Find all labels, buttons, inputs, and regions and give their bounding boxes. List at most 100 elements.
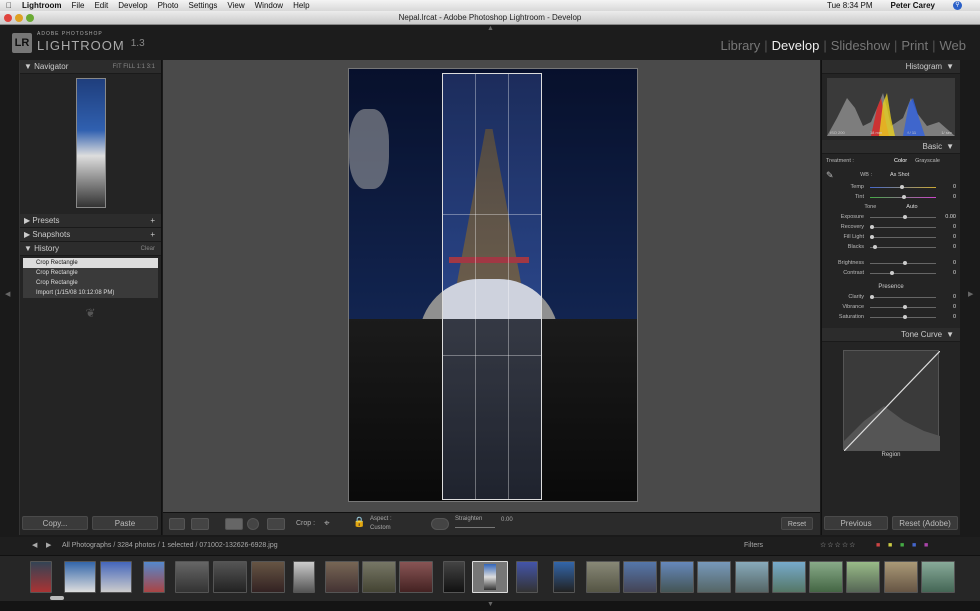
snapshots-header[interactable]: ▶ Snapshots + (20, 228, 161, 242)
app-menu[interactable]: Lightroom (22, 1, 62, 10)
brightness-slider[interactable] (870, 260, 936, 265)
filmstrip-thumb[interactable] (553, 561, 575, 593)
module-slideshow[interactable]: Slideshow (831, 38, 890, 53)
treatment-color[interactable]: Color (894, 158, 907, 164)
clarity-slider[interactable] (870, 294, 936, 299)
filmstrip-thumb[interactable] (213, 561, 247, 593)
tonecurve-header[interactable]: Tone Curve ▼ (822, 328, 960, 342)
menu-file[interactable]: File (72, 1, 85, 10)
menu-help[interactable]: Help (293, 1, 309, 10)
navigator-preview[interactable] (75, 78, 106, 208)
photo-preview[interactable] (348, 68, 638, 502)
histogram-graph[interactable]: ISO 200 18 mm f / 11 1/ sec (827, 78, 955, 136)
tint-slider[interactable] (870, 194, 936, 199)
contrast-value[interactable]: 0 (942, 270, 956, 276)
color-label-filter-icon[interactable]: ■ (912, 537, 916, 555)
history-header[interactable]: ▼ History Clear (20, 242, 161, 256)
menu-window[interactable]: Window (255, 1, 283, 10)
contrast-slider[interactable] (870, 270, 936, 275)
zoom-icon[interactable] (26, 14, 34, 22)
straighten-value[interactable]: 0.00 (501, 517, 513, 523)
history-item[interactable]: Crop Rectangle (23, 258, 158, 268)
minimize-icon[interactable] (15, 14, 23, 22)
user-name[interactable]: Peter Carey (891, 1, 935, 10)
eyedropper-icon[interactable]: ✎ (826, 170, 842, 181)
close-icon[interactable] (4, 14, 12, 22)
filmstrip-thumb[interactable] (846, 561, 880, 593)
presets-header[interactable]: ▶ Presets + (20, 214, 161, 228)
filllight-slider[interactable] (870, 234, 936, 239)
redeye-button[interactable] (267, 518, 285, 530)
color-label-filter-icon[interactable]: ■ (888, 537, 892, 555)
nav-back-icon[interactable]: ◀ (32, 537, 37, 555)
menu-settings[interactable]: Settings (189, 1, 218, 10)
spotlight-icon[interactable]: ⚲ (953, 1, 962, 10)
treatment-grayscale[interactable]: Grayscale (915, 158, 940, 164)
history-item[interactable]: Import (1/15/08 10:12:08 PM) (23, 288, 158, 298)
add-preset-icon[interactable]: + (150, 214, 155, 227)
clear-history-button[interactable]: Clear (141, 242, 155, 255)
blacks-value[interactable]: 0 (942, 244, 956, 250)
spot-removal-button[interactable] (247, 518, 259, 530)
add-snapshot-icon[interactable]: + (150, 228, 155, 241)
bottom-panel-toggle-icon[interactable]: ▼ (487, 601, 494, 608)
module-print[interactable]: Print (901, 38, 928, 53)
filmstrip-thumb[interactable] (293, 561, 315, 593)
left-panel-toggle-icon[interactable]: ◀ (5, 290, 10, 298)
auto-tone-button[interactable]: Auto (906, 204, 917, 210)
filllight-value[interactable]: 0 (942, 234, 956, 240)
color-label-filter-icon[interactable]: ■ (900, 537, 904, 555)
exposure-value[interactable]: 0.00 (942, 214, 956, 220)
brightness-value[interactable]: 0 (942, 260, 956, 266)
histogram-header[interactable]: Histogram ▼ (822, 60, 960, 74)
top-panel-toggle-icon[interactable]: ▲ (487, 25, 494, 32)
filmstrip-scrollbar[interactable] (50, 596, 64, 600)
rating-filter-icon[interactable]: ☆☆☆☆☆ (820, 537, 856, 555)
copy-button[interactable]: Copy... (22, 516, 88, 530)
saturation-value[interactable]: 0 (942, 314, 956, 320)
filmstrip-thumb[interactable] (251, 561, 285, 593)
filmstrip-thumb[interactable] (735, 561, 769, 593)
filmstrip-thumb[interactable] (516, 561, 538, 593)
filmstrip-thumb[interactable] (809, 561, 843, 593)
filmstrip-thumb[interactable] (697, 561, 731, 593)
crop-overlay-button[interactable] (225, 518, 243, 530)
temp-value[interactable]: 0 (942, 184, 956, 190)
filmstrip-thumb[interactable] (100, 561, 132, 593)
module-library[interactable]: Library (720, 38, 760, 53)
filmstrip-info[interactable]: All Photographs / 3284 photos / 1 select… (62, 542, 278, 549)
filmstrip-thumb-selected[interactable] (472, 561, 508, 593)
temp-slider[interactable] (870, 184, 936, 189)
before-after-button[interactable] (191, 518, 209, 530)
filmstrip-thumb[interactable] (143, 561, 165, 593)
clarity-value[interactable]: 0 (942, 294, 956, 300)
loupe-view-button[interactable] (169, 518, 185, 530)
color-label-filter-icon[interactable]: ■ (924, 537, 928, 555)
crop-reset-button[interactable]: Reset (781, 517, 813, 530)
image-canvas[interactable] (163, 60, 820, 512)
basic-header[interactable]: Basic ▼ (822, 140, 960, 154)
filmstrip-thumb[interactable] (399, 561, 433, 593)
filmstrip-thumb[interactable] (772, 561, 806, 593)
filmstrip-thumb[interactable] (921, 561, 955, 593)
tint-value[interactable]: 0 (942, 194, 956, 200)
filmstrip-thumb[interactable] (175, 561, 209, 593)
history-item[interactable]: Crop Rectangle (23, 278, 158, 288)
filmstrip-thumb[interactable] (362, 561, 396, 593)
module-web[interactable]: Web (940, 38, 967, 53)
filmstrip-thumb[interactable] (623, 561, 657, 593)
paste-button[interactable]: Paste (92, 516, 158, 530)
filmstrip[interactable] (0, 555, 980, 601)
filmstrip-thumb[interactable] (64, 561, 96, 593)
crop-frame-icon[interactable]: ⌖ (324, 518, 330, 529)
previous-button[interactable]: Previous (824, 516, 888, 530)
menu-photo[interactable]: Photo (158, 1, 179, 10)
filmstrip-thumb[interactable] (586, 561, 620, 593)
lock-icon[interactable]: 🔒 (353, 517, 365, 528)
recovery-slider[interactable] (870, 224, 936, 229)
filmstrip-thumb[interactable] (30, 561, 52, 593)
history-item[interactable]: Crop Rectangle (23, 268, 158, 278)
recovery-value[interactable]: 0 (942, 224, 956, 230)
aspect-value[interactable]: Custom (370, 525, 391, 531)
menu-develop[interactable]: Develop (118, 1, 147, 10)
